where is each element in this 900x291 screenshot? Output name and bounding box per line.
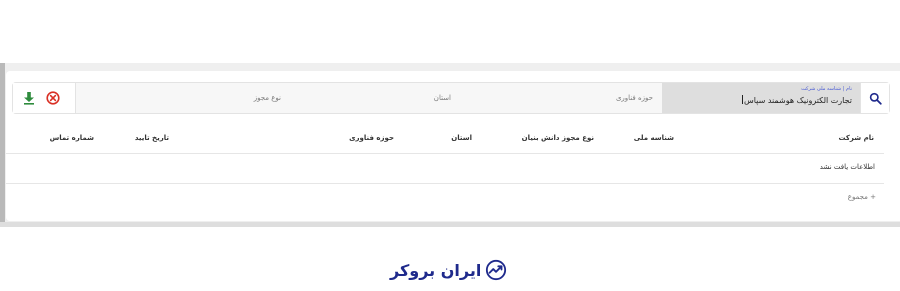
tech-field-placeholder: حوزه فناوری (615, 94, 653, 102)
search-button[interactable] (860, 83, 889, 113)
tech-field-select[interactable]: حوزه فناوری (461, 83, 661, 113)
header-tech-field[interactable]: حوزه فناوری (349, 134, 394, 142)
row-divider (6, 183, 884, 184)
panel-edge (0, 63, 5, 227)
panel-bottom-bar (0, 222, 900, 227)
table-header: نام شرکت شناسه ملی نوع مجوز دانش بنیان ا… (6, 125, 884, 153)
header-approval-date[interactable]: تاریخ تایید (135, 134, 169, 142)
download-icon[interactable] (22, 91, 36, 105)
header-national-id[interactable]: شناسه ملی (634, 134, 674, 142)
search-icon (869, 92, 882, 105)
logo-text: ایران بروکر (390, 260, 482, 280)
text-caret (741, 95, 743, 104)
company-input-value: تجارت الکترونیک هوشمند سپاس (741, 95, 852, 105)
header-phone[interactable]: شماره تماس (50, 134, 94, 142)
filter-bar: نام | شناسه ملی شرکت تجارت الکترونیک هوش… (12, 82, 890, 114)
license-type-select[interactable]: نوع مجوز (81, 83, 291, 113)
header-company-name[interactable]: نام شرکت (838, 134, 874, 142)
header-province[interactable]: استان (451, 134, 472, 142)
company-input-label: نام | شناسه ملی شرکت (801, 86, 852, 92)
license-type-placeholder: نوع مجوز (253, 94, 281, 102)
header-license-type[interactable]: نوع مجوز دانش بنیان (522, 134, 594, 142)
empty-message: اطلاعات یافت نشد (819, 163, 875, 171)
trend-chart-icon (486, 259, 507, 281)
province-select[interactable]: استان (291, 83, 461, 113)
brand-logo[interactable]: ایران بروکر (390, 257, 507, 283)
province-placeholder: استان (433, 94, 451, 102)
table-row: اطلاعات یافت نشد (6, 154, 884, 183)
clear-filter-icon[interactable] (46, 91, 60, 105)
total-label: + مجموع (847, 193, 876, 201)
filter-actions (13, 83, 76, 113)
company-search-input[interactable]: نام | شناسه ملی شرکت تجارت الکترونیک هوش… (662, 83, 860, 113)
